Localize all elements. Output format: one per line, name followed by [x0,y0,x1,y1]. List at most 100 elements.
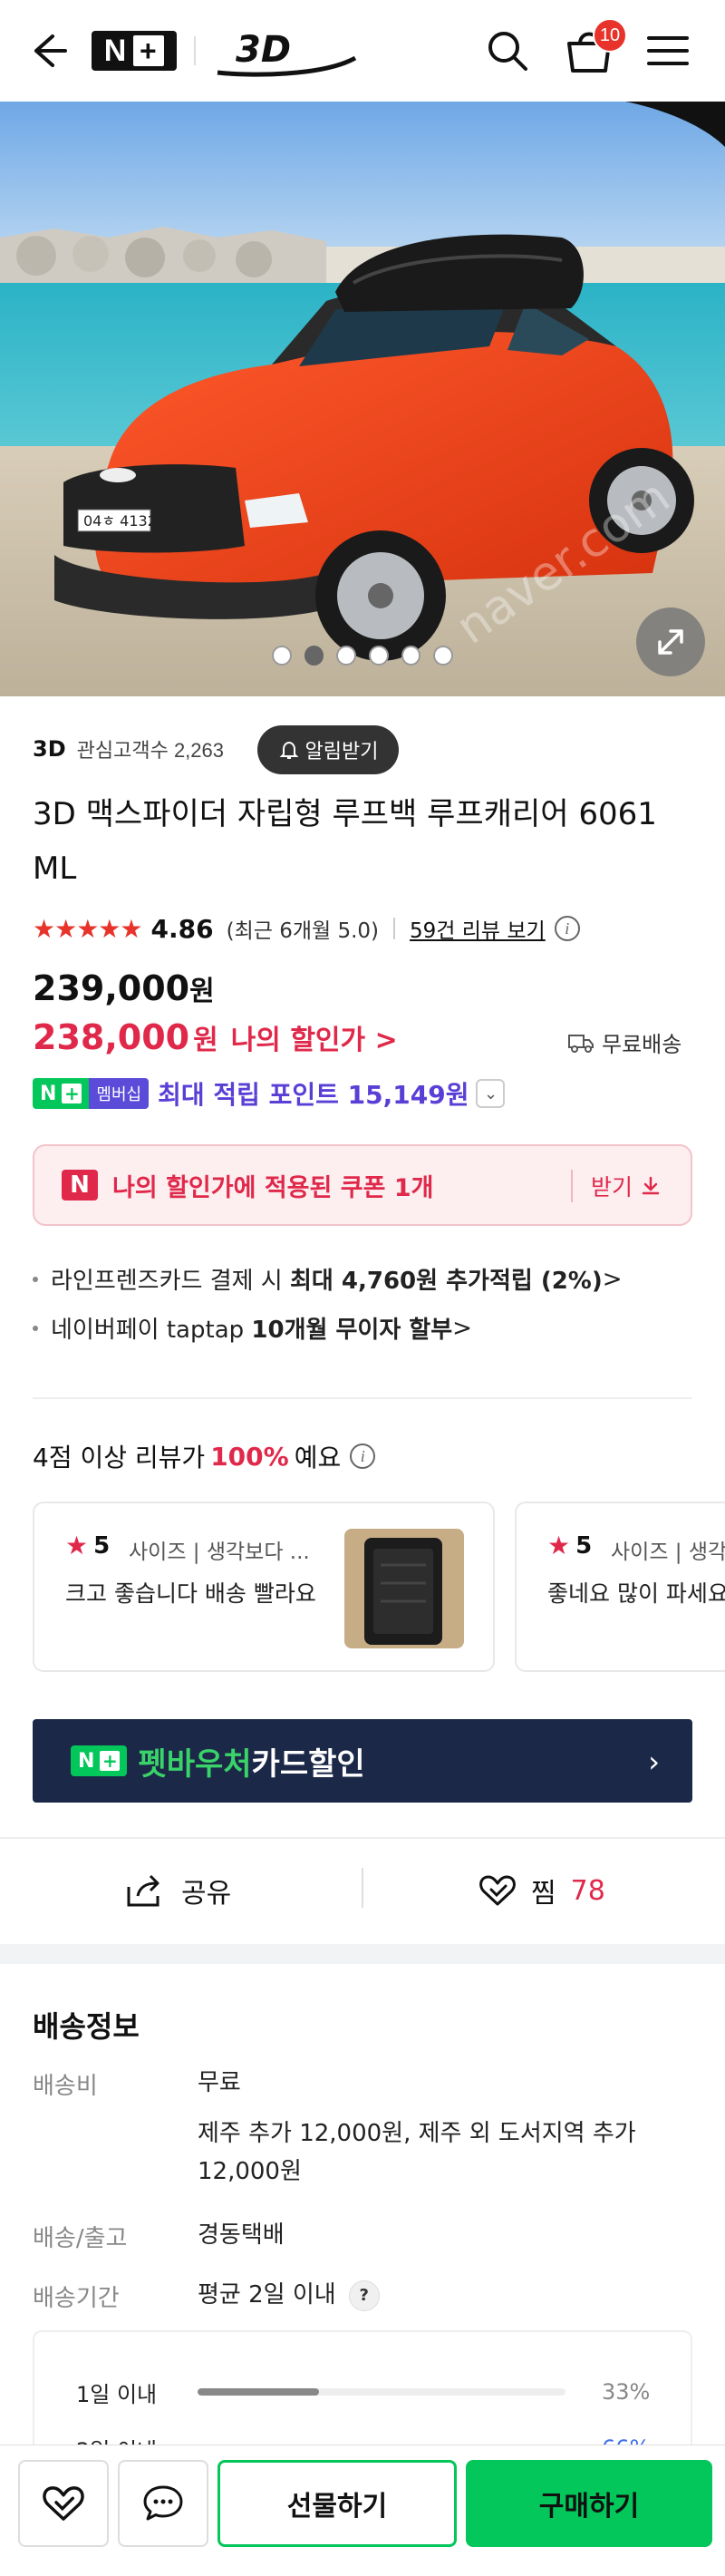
hamburger-menu-icon[interactable] [647,33,689,69]
carousel-dot[interactable] [369,646,389,666]
dist-label: 1일 이내 [76,2381,158,2407]
sale-price-unit: 원 [193,1025,218,1056]
rating-row: ★★★★★ 4.86 (최근 6개월 5.0) 59건 리뷰 보기 i [33,910,580,947]
bullet [33,1276,38,1282]
sale-price-value: 238,000 [33,1017,190,1057]
original-price-value: 239,000 [33,968,190,1008]
benefit-prefix: 라인프렌즈카드 결제 시 [51,1268,283,1295]
coupon-divider [571,1170,573,1202]
review-stat-percent: 100% [210,1441,289,1472]
review-tags: 사이즈 | 생각 [611,1541,725,1564]
notify-button[interactable]: 알림받기 [257,725,399,774]
membership-label: 멤버십 [89,1078,150,1109]
logo-divider [194,36,196,65]
info-icon[interactable]: i [350,1444,376,1469]
review-card[interactable]: ★ 5 사이즈 | 생각보다 ... 크고 좋습니다 배송 빨라요 [33,1502,495,1672]
review-body: 크고 좋습니다 배송 빨라요 [65,1580,316,1607]
np-badge-n: N [78,1749,95,1773]
naver-plus-store-logo[interactable]: N + [92,31,177,71]
review-thumbnail[interactable] [344,1529,464,1648]
shipping-fee-label: 배송비 [33,2073,98,2100]
top-header: N + 3D 10 [0,0,725,102]
banner-title: 펫바우처카드할인 [138,1739,364,1784]
wishlist-button[interactable] [18,2460,109,2547]
buy-button[interactable]: 구매하기 [466,2460,712,2547]
svg-text:3D: 3D [236,29,291,71]
search-icon[interactable] [484,27,531,74]
bell-plus-icon [279,741,298,759]
benefit-prefix: 네이버페이 taptap [51,1317,245,1344]
notify-label: 알림받기 [304,741,379,763]
product-title: 3D 맥스파이더 자립형 루프백 루프캐리어 6061 ML [33,796,657,887]
banner-highlight: 펫바우처 [138,1745,252,1783]
shipping-period-text: 평균 2일 이내 [198,2281,336,2309]
shipping-method-value: 경동택배 [198,2221,285,2249]
rating-divider [393,918,396,939]
np-badge-plus: + [62,1084,82,1103]
coupon-download-button[interactable]: 받기 [591,1170,662,1202]
talk-button[interactable] [118,2460,208,2547]
heart-check-icon [479,1875,516,1906]
coupon-download-label: 받기 [591,1174,633,1201]
review-card[interactable]: ★ 5 사이즈 | 생각 좋네요 많이 파세요 [515,1502,725,1672]
share-button[interactable]: 공유 [125,1868,231,1913]
info-icon[interactable]: i [554,916,580,941]
review-star-icon: ★ 5 [65,1531,111,1560]
rating-stars: ★★★★★ [33,913,143,944]
chat-bubble-icon [143,2485,183,2521]
benefit-card-points[interactable]: 라인프렌즈카드 결제 시 최대 4,760원 추가적립 (2%) > [33,1262,623,1296]
bullet [33,1325,38,1331]
review-link[interactable]: 59건 리뷰 보기 [410,913,546,944]
delivery-dist-row: 1일 이내 33% [76,2376,674,2408]
like-button[interactable]: 찜 78 [478,1868,605,1913]
brand-name-link[interactable]: 3D [33,736,66,762]
free-shipping-label: 무료배송 [602,1032,682,1057]
max-points-text: 최대 적립 포인트 15,149원 [158,1080,469,1110]
product-hero-image[interactable]: 04ㅎ 4132 naver.com [0,102,725,696]
benefit-installment[interactable]: 네이버페이 taptap 10개월 무이자 할부 > [33,1311,472,1345]
carousel-dot-active[interactable] [304,646,324,666]
benefit-strong: 10개월 무이자 할부 [251,1317,453,1344]
shipping-period-label: 배송기간 [33,2285,120,2312]
shipping-fee-value: 무료 [198,2069,241,2096]
like-label: 찜 [531,1878,556,1910]
share-label: 공유 [181,1878,232,1910]
logo-plus: + [133,35,165,66]
shipping-method-label: 배송/출고 [33,2225,128,2252]
chevron-down-icon[interactable]: ⌄ [476,1079,506,1108]
interest-count: 관심고객수 2,263 [76,739,224,762]
shipping-period-value: 평균 2일 이내? [198,2276,669,2314]
coupon-box[interactable]: N 나의 할인가에 적용된 쿠폰 1개 받기 [33,1144,692,1226]
dist-fill [198,2388,319,2396]
free-shipping: 무료배송 [567,1026,682,1058]
carousel-dot[interactable] [433,646,454,666]
carousel-dot[interactable] [336,646,356,666]
membership-row[interactable]: N + 멤버십 최대 적립 포인트 15,149원 ⌄ [33,1075,506,1112]
download-icon [642,1176,660,1195]
help-icon[interactable]: ? [348,2280,380,2311]
coupon-n-icon: N [62,1170,98,1201]
divider [0,1837,725,1839]
carousel-dot[interactable] [271,646,292,666]
review-score: 5 [93,1531,111,1560]
review-score: 5 [575,1531,593,1560]
review-star-icon: ★ 5 [547,1531,593,1560]
truck-icon [568,1034,594,1053]
dist-bar [198,2388,566,2396]
brand-row: 3D 관심고객수 2,263 [33,724,224,774]
review-stat-prefix: 4점 이상 리뷰가 [33,1443,206,1473]
gift-button[interactable]: 선물하기 [218,2460,457,2547]
rating-recent: (최근 6개월 5.0) [226,919,380,943]
review-tags: 사이즈 | 생각보다 ... [129,1541,310,1564]
carousel-dots [271,646,454,666]
carousel-dot[interactable] [401,646,421,666]
cart-count-badge: 10 [593,18,627,53]
brand-3d-logo[interactable]: 3D [214,22,359,80]
dist-percent: 33% [602,2379,651,2405]
sale-price[interactable]: 238,000 원 나의 할인가 > [33,1017,398,1057]
expand-icon[interactable] [636,608,705,676]
shipping-section-title: 배송정보 [33,2009,140,2044]
review-stat: 4점 이상 리뷰가 100% 예요 i [33,1438,376,1474]
pet-voucher-banner[interactable]: N + 펫바우처카드할인 › [33,1719,692,1803]
back-arrow-icon[interactable] [25,29,69,73]
